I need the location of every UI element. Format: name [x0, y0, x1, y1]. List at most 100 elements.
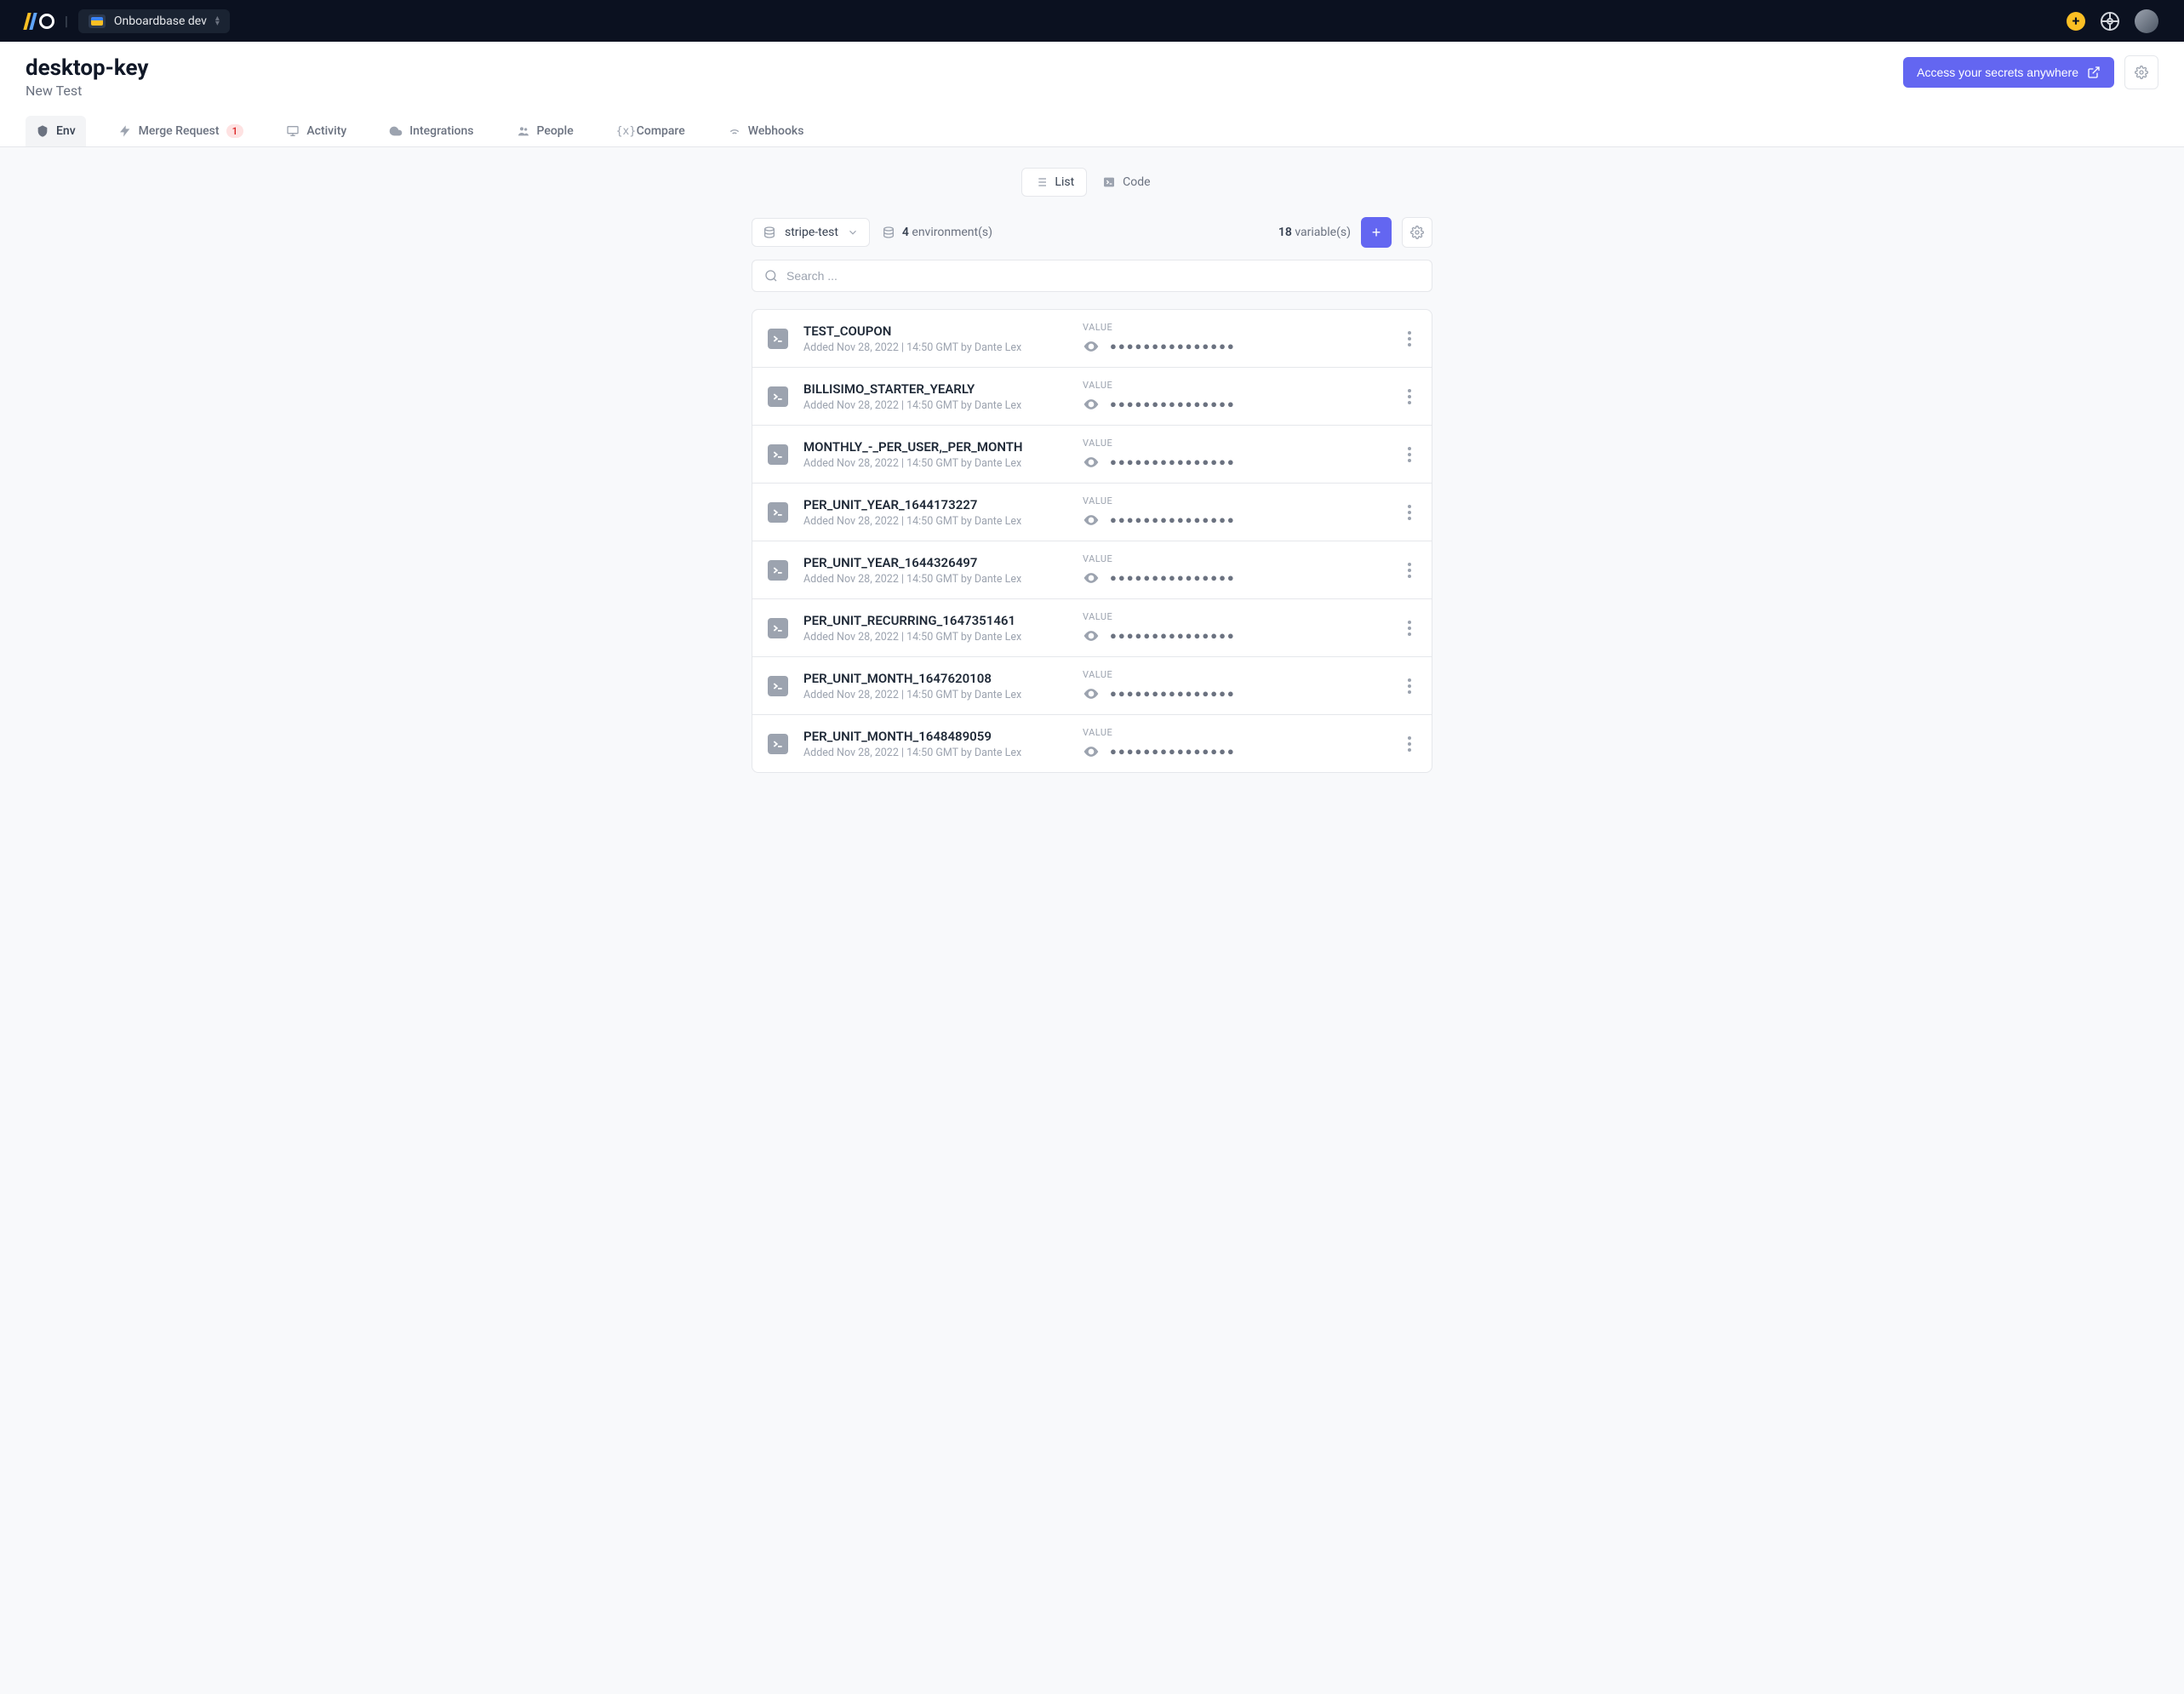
- eye-icon[interactable]: [1083, 396, 1100, 413]
- tab-people[interactable]: People: [506, 116, 584, 146]
- row-actions-button[interactable]: [1403, 500, 1416, 525]
- variable-meta: Added Nov 28, 2022 | 14:50 GMT by Dante …: [803, 515, 1067, 528]
- row-actions-button[interactable]: [1403, 442, 1416, 467]
- more-icon: [1408, 621, 1411, 636]
- avatar[interactable]: [2135, 9, 2158, 33]
- org-switcher[interactable]: Onboardbase dev ▴▾: [78, 9, 230, 33]
- variable-meta: Added Nov 28, 2022 | 14:50 GMT by Dante …: [803, 689, 1067, 701]
- view-code-button[interactable]: Code: [1090, 168, 1162, 197]
- variable-key: MONTHLY_-_PER_USER,_PER_MONTH: [803, 439, 1067, 455]
- variable-value-block: VALUE ●●●●●●●●●●●●●●●: [1083, 495, 1387, 529]
- row-actions-button[interactable]: [1403, 615, 1416, 641]
- terminal-icon: [768, 560, 788, 581]
- tab-merge-request[interactable]: Merge Request 1: [108, 116, 254, 146]
- masked-value: ●●●●●●●●●●●●●●●: [1110, 687, 1236, 701]
- tab-label: Webhooks: [748, 124, 804, 138]
- more-icon: [1408, 678, 1411, 694]
- tab-label: Compare: [637, 124, 685, 138]
- variable-key: PER_UNIT_YEAR_1644173227: [803, 497, 1067, 512]
- value-label: VALUE: [1083, 380, 1387, 391]
- add-global-button[interactable]: +: [2067, 12, 2085, 31]
- page-header: desktop-key New Test Access your secrets…: [0, 42, 2184, 147]
- variable-key: PER_UNIT_RECURRING_1647351461: [803, 613, 1067, 628]
- terminal-icon: [768, 386, 788, 407]
- variable-key: TEST_COUPON: [803, 323, 1067, 339]
- variable-key: PER_UNIT_MONTH_1648489059: [803, 729, 1067, 744]
- variable-value-block: VALUE ●●●●●●●●●●●●●●●: [1083, 669, 1387, 702]
- search-box[interactable]: [752, 260, 1432, 292]
- variable-row[interactable]: BILLISIMO_STARTER_YEARLY Added Nov 28, 2…: [752, 368, 1432, 426]
- value-label: VALUE: [1083, 669, 1387, 680]
- variable-row[interactable]: PER_UNIT_YEAR_1644326497 Added Nov 28, 2…: [752, 541, 1432, 599]
- access-secrets-button[interactable]: Access your secrets anywhere: [1903, 57, 2114, 88]
- search-input[interactable]: [786, 269, 1420, 283]
- variable-row[interactable]: PER_UNIT_MONTH_1648489059 Added Nov 28, …: [752, 715, 1432, 772]
- title-block: desktop-key New Test: [26, 55, 149, 99]
- eye-icon[interactable]: [1083, 569, 1100, 587]
- tab-env[interactable]: Env: [26, 116, 86, 146]
- eye-icon[interactable]: [1083, 627, 1100, 644]
- row-actions-button[interactable]: [1403, 673, 1416, 699]
- bolt-icon: [118, 124, 132, 138]
- tab-label: Env: [56, 124, 76, 138]
- eye-icon[interactable]: [1083, 512, 1100, 529]
- variable-meta: Added Nov 28, 2022 | 14:50 GMT by Dante …: [803, 747, 1067, 759]
- eye-icon[interactable]: [1083, 338, 1100, 355]
- env-selected: stripe-test: [785, 226, 838, 239]
- variable-key-block: MONTHLY_-_PER_USER,_PER_MONTH Added Nov …: [803, 439, 1067, 470]
- env-settings-button[interactable]: [1402, 217, 1432, 248]
- logo[interactable]: [26, 13, 54, 30]
- variable-meta: Added Nov 28, 2022 | 14:50 GMT by Dante …: [803, 341, 1067, 354]
- list-icon: [1034, 175, 1048, 189]
- variable-value-block: VALUE ●●●●●●●●●●●●●●●: [1083, 438, 1387, 471]
- help-icon[interactable]: [2101, 12, 2119, 31]
- variable-row[interactable]: MONTHLY_-_PER_USER,_PER_MONTH Added Nov …: [752, 426, 1432, 484]
- variable-row[interactable]: TEST_COUPON Added Nov 28, 2022 | 14:50 G…: [752, 310, 1432, 368]
- value-label: VALUE: [1083, 495, 1387, 506]
- variable-value-block: VALUE ●●●●●●●●●●●●●●●: [1083, 380, 1387, 413]
- external-link-icon: [2087, 66, 2101, 79]
- eye-icon[interactable]: [1083, 685, 1100, 702]
- presentation-icon: [286, 124, 300, 138]
- gear-icon: [1410, 226, 1424, 239]
- terminal-icon: [768, 502, 788, 523]
- cloud-icon: [389, 124, 403, 138]
- tab-compare[interactable]: {x} Compare: [606, 116, 695, 146]
- access-btn-label: Access your secrets anywhere: [1917, 66, 2078, 79]
- variable-meta: Added Nov 28, 2022 | 14:50 GMT by Dante …: [803, 631, 1067, 644]
- row-actions-button[interactable]: [1403, 731, 1416, 757]
- variable-key-block: TEST_COUPON Added Nov 28, 2022 | 14:50 G…: [803, 323, 1067, 354]
- tab-label: Merge Request: [139, 124, 220, 138]
- row-actions-button[interactable]: [1403, 384, 1416, 409]
- page-subtitle: New Test: [26, 83, 149, 99]
- project-settings-button[interactable]: [2124, 55, 2158, 89]
- more-icon: [1408, 389, 1411, 404]
- terminal-icon: [1102, 175, 1116, 189]
- toggle-label: List: [1055, 175, 1074, 189]
- topbar-right: +: [2067, 9, 2158, 33]
- eye-icon[interactable]: [1083, 743, 1100, 760]
- row-actions-button[interactable]: [1403, 326, 1416, 352]
- merge-badge: 1: [226, 124, 244, 138]
- tab-activity[interactable]: Activity: [276, 116, 357, 146]
- value-label: VALUE: [1083, 727, 1387, 738]
- add-variable-button[interactable]: +: [1361, 217, 1392, 248]
- tab-webhooks[interactable]: Webhooks: [718, 116, 815, 146]
- variable-row[interactable]: PER_UNIT_MONTH_1647620108 Added Nov 28, …: [752, 657, 1432, 715]
- tabs: Env Merge Request 1 Activity Integration…: [26, 116, 2158, 146]
- tab-integrations[interactable]: Integrations: [379, 116, 483, 146]
- view-toggle: List Code: [752, 168, 1432, 197]
- environment-selector[interactable]: stripe-test: [752, 218, 870, 247]
- view-list-button[interactable]: List: [1021, 168, 1087, 197]
- eye-icon[interactable]: [1083, 454, 1100, 471]
- row-actions-button[interactable]: [1403, 558, 1416, 583]
- variable-row[interactable]: PER_UNIT_YEAR_1644173227 Added Nov 28, 2…: [752, 484, 1432, 541]
- masked-value: ●●●●●●●●●●●●●●●: [1110, 571, 1236, 585]
- value-label: VALUE: [1083, 611, 1387, 622]
- value-label: VALUE: [1083, 438, 1387, 449]
- variable-row[interactable]: PER_UNIT_RECURRING_1647351461 Added Nov …: [752, 599, 1432, 657]
- environment-count: 4 environment(s): [882, 226, 992, 239]
- masked-value: ●●●●●●●●●●●●●●●: [1110, 629, 1236, 643]
- variable-key-block: PER_UNIT_MONTH_1648489059 Added Nov 28, …: [803, 729, 1067, 759]
- more-icon: [1408, 331, 1411, 346]
